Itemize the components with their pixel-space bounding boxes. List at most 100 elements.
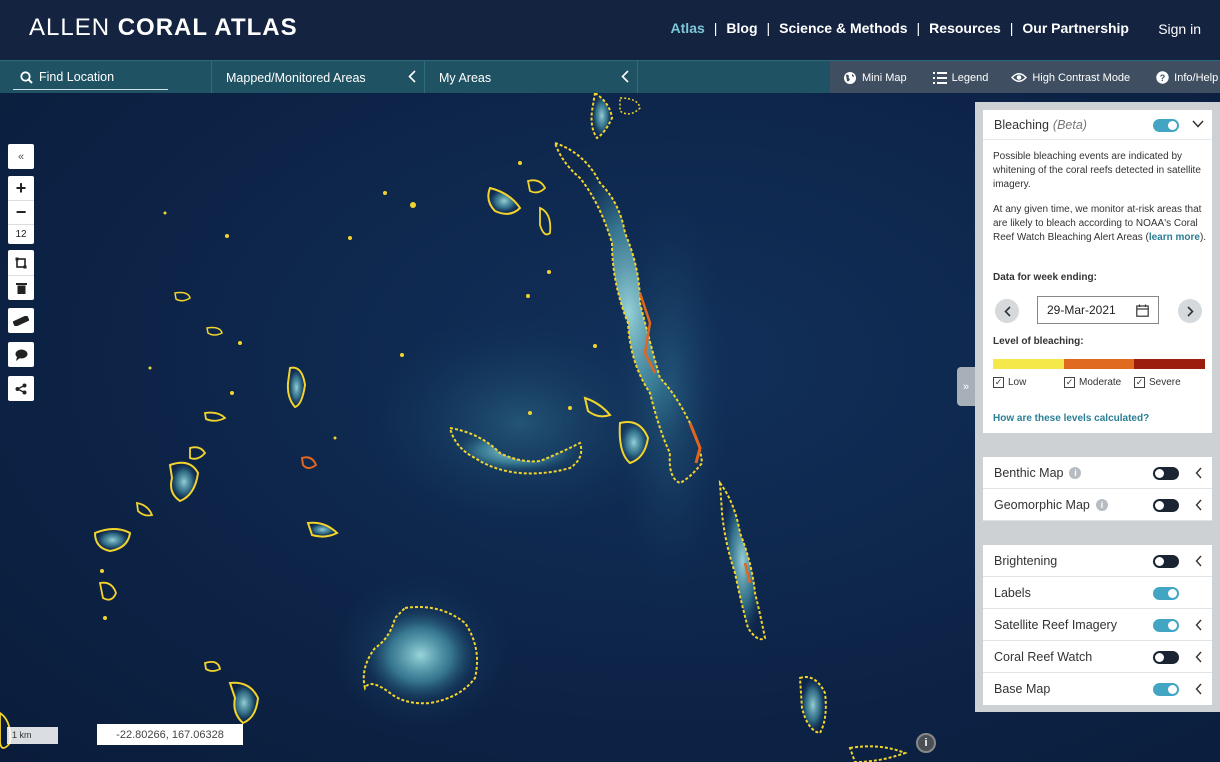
monitoring-note-close: ). <box>1200 232 1206 243</box>
find-location-input[interactable]: Find Location <box>13 66 168 90</box>
chevron-left-icon[interactable] <box>1195 555 1202 567</box>
nav-partnership[interactable]: Our Partnership <box>1022 20 1129 36</box>
double-chevron-right-icon: » <box>963 381 969 393</box>
week-date-input[interactable]: 29-Mar-2021 <box>1037 296 1159 324</box>
severe-checkbox[interactable]: ✓Severe <box>1134 377 1181 388</box>
bleaching-level-scale <box>993 359 1205 369</box>
chevron-right-icon <box>1187 306 1194 317</box>
info-icon[interactable]: i <box>1069 467 1081 479</box>
coordinates-readout: -22.80266, 167.06328 <box>97 724 243 745</box>
chevron-left-icon[interactable] <box>1195 499 1202 511</box>
high-contrast-label: High Contrast Mode <box>1032 72 1130 84</box>
chevron-left-icon[interactable] <box>1195 651 1202 663</box>
nav-resources[interactable]: Resources <box>929 20 1001 36</box>
chevron-left-icon[interactable] <box>1195 683 1202 695</box>
coral-reef-watch-toggle[interactable] <box>1153 651 1179 664</box>
layer-row-brightening[interactable]: Brightening <box>983 545 1212 577</box>
help-icon: ? <box>1156 71 1169 84</box>
map-toolbar: Find Location Mapped/Monitored Areas My … <box>0 60 1220 93</box>
layer-row-labels[interactable]: Labels <box>983 577 1212 609</box>
level-moderate-swatch <box>1064 359 1135 369</box>
bleaching-title: Bleaching <box>994 118 1049 132</box>
my-areas-dropdown[interactable]: My Areas <box>425 61 638 94</box>
zoom-in-button[interactable]: + <box>8 176 34 200</box>
attribution-info-button[interactable]: i <box>916 733 936 753</box>
brightening-label: Brightening <box>994 554 1057 568</box>
mini-map-button[interactable]: Mini Map <box>843 71 907 85</box>
low-label: Low <box>1008 377 1026 388</box>
comment-button[interactable] <box>8 342 34 367</box>
next-week-button[interactable] <box>1178 299 1202 323</box>
scale-bar: 1 km <box>7 727 58 744</box>
level-low-swatch <box>993 359 1064 369</box>
draw-polygon-button[interactable] <box>8 250 34 275</box>
polygon-icon <box>15 257 27 269</box>
learn-more-link[interactable]: learn more <box>1149 232 1200 243</box>
previous-week-button[interactable] <box>995 299 1019 323</box>
share-button[interactable] <box>8 376 34 401</box>
benthic-map-toggle[interactable] <box>1153 467 1179 480</box>
brightening-toggle[interactable] <box>1153 555 1179 568</box>
legend-button[interactable]: Legend <box>933 72 989 84</box>
nav-science[interactable]: Science & Methods <box>779 20 907 36</box>
nav-separator: | <box>714 20 718 36</box>
base-map-toggle[interactable] <box>1153 683 1179 696</box>
map-tools-bar: Mini Map Legend High Contrast Mode ? Inf… <box>830 61 1220 94</box>
base-layers-card: Brightening Labels Satellite Reef Imager… <box>983 545 1212 705</box>
chevron-left-icon[interactable] <box>1195 619 1202 631</box>
coral-reef-watch-label: Coral Reef Watch <box>994 650 1092 664</box>
layer-row-satellite[interactable]: Satellite Reef Imagery <box>983 609 1212 641</box>
globe-icon <box>843 71 857 85</box>
checkmark-icon: ✓ <box>993 377 1004 388</box>
draw-tools <box>8 250 34 300</box>
labels-toggle[interactable] <box>1153 587 1179 600</box>
levels-calculation-link[interactable]: How are these levels calculated? <box>993 413 1149 424</box>
layer-row-base-map[interactable]: Base Map <box>983 673 1212 705</box>
satellite-imagery-label: Satellite Reef Imagery <box>994 618 1117 632</box>
main-nav: Atlas | Blog | Science & Methods | Resou… <box>671 20 1129 36</box>
layer-row-coral-reef-watch[interactable]: Coral Reef Watch <box>983 641 1212 673</box>
chevron-left-icon <box>408 70 416 83</box>
info-help-label: Info/Help <box>1174 72 1218 84</box>
low-checkbox[interactable]: ✓ Low <box>993 377 1026 388</box>
geomorphic-map-toggle[interactable] <box>1153 499 1179 512</box>
share-icon <box>15 383 27 395</box>
my-areas-label: My Areas <box>439 71 491 85</box>
zoom-out-button[interactable]: − <box>8 200 34 224</box>
nav-blog[interactable]: Blog <box>726 20 757 36</box>
svg-text:?: ? <box>1160 73 1166 83</box>
collapse-panel-button[interactable]: » <box>957 367 975 406</box>
bleaching-header[interactable]: Bleaching (Beta) <box>983 110 1212 140</box>
layer-row-geomorphic[interactable]: Geomorphic Map i <box>983 489 1212 521</box>
moderate-checkbox[interactable]: ✓Moderate <box>1064 377 1121 388</box>
legend-label: Legend <box>952 72 989 84</box>
calendar-icon <box>1136 304 1149 317</box>
site-logo[interactable]: ALLEN CORAL ATLAS <box>29 14 298 42</box>
bleaching-monitoring-note: At any given time, we monitor at-risk ar… <box>993 203 1207 245</box>
satellite-imagery-toggle[interactable] <box>1153 619 1179 632</box>
date-selector: 29-Mar-2021 <box>995 296 1205 326</box>
chevron-down-icon[interactable] <box>1192 120 1204 128</box>
labels-label: Labels <box>994 586 1031 600</box>
checkmark-icon: ✓ <box>1134 377 1145 388</box>
nav-separator: | <box>917 20 921 36</box>
trash-icon <box>16 282 27 294</box>
bleaching-toggle[interactable] <box>1153 119 1179 132</box>
speech-bubble-icon <box>15 349 28 361</box>
layers-panel: Bleaching (Beta) Possible bleaching even… <box>975 102 1220 712</box>
delete-button[interactable] <box>8 275 34 300</box>
chevron-left-icon <box>1004 306 1011 317</box>
mapped-areas-dropdown[interactable]: Mapped/Monitored Areas <box>212 61 425 94</box>
high-contrast-button[interactable]: High Contrast Mode <box>1011 72 1130 84</box>
chevron-left-icon[interactable] <box>1195 467 1202 479</box>
info-help-button[interactable]: ? Info/Help <box>1156 71 1218 84</box>
logo-text-light: ALLEN <box>29 14 110 41</box>
measure-button[interactable] <box>8 308 34 333</box>
checkmark-icon: ✓ <box>1064 377 1075 388</box>
search-icon <box>20 71 33 84</box>
info-icon[interactable]: i <box>1096 499 1108 511</box>
sign-in-link[interactable]: Sign in <box>1158 21 1201 37</box>
layer-row-benthic[interactable]: Benthic Map i <box>983 457 1212 489</box>
collapse-controls-button[interactable]: « <box>8 144 34 169</box>
nav-atlas[interactable]: Atlas <box>671 20 705 36</box>
